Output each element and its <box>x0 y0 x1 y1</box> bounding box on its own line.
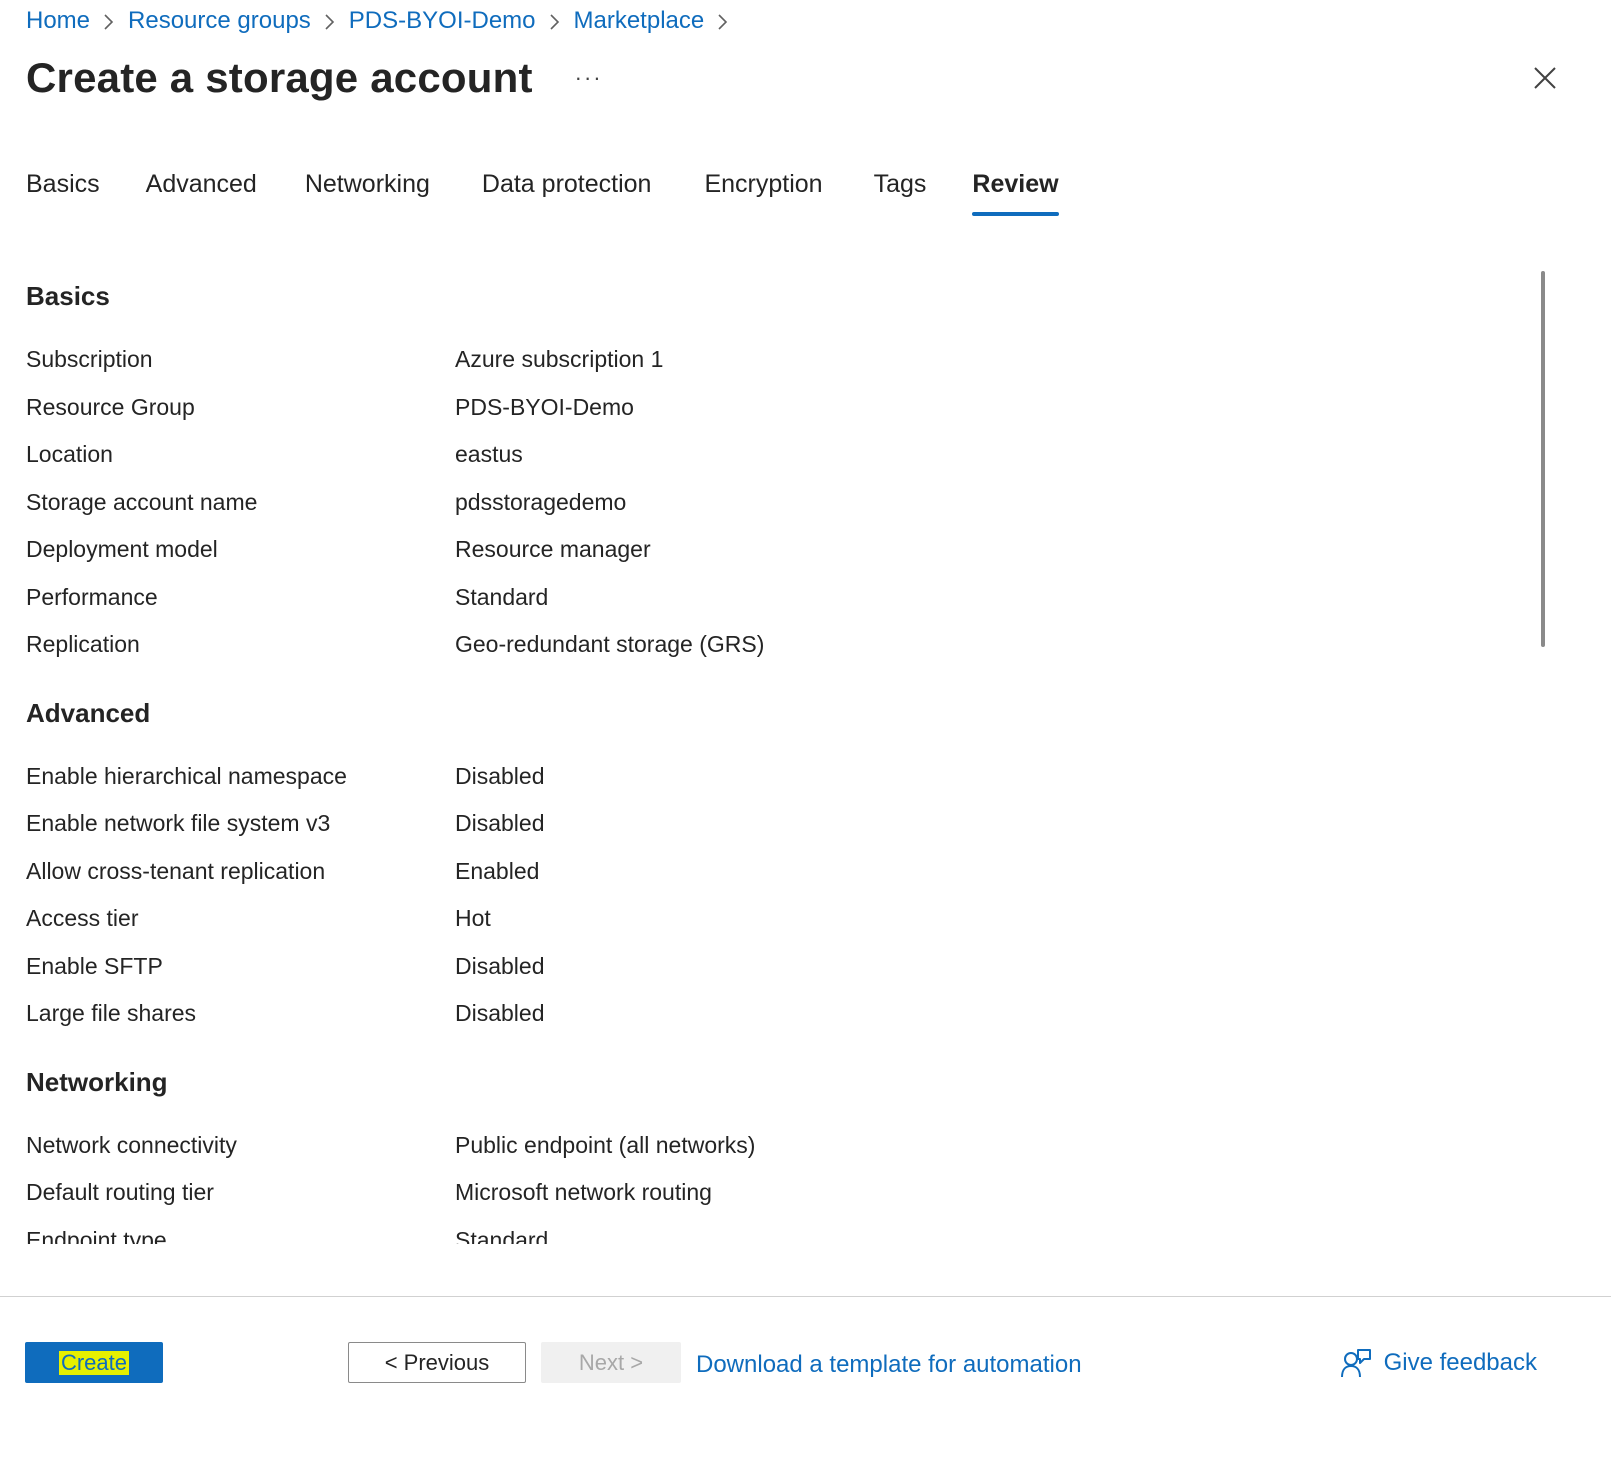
footer-bar: Create < Previous Next > Download a temp… <box>0 1297 1611 1459</box>
row-value: Azure subscription 1 <box>455 346 664 373</box>
row-value: Disabled <box>455 952 545 979</box>
previous-button[interactable]: < Previous <box>348 1342 526 1383</box>
breadcrumb-resource-group[interactable]: PDS-BYOI-Demo <box>349 7 536 35</box>
row-label: Enable SFTP <box>26 952 163 979</box>
give-feedback-label: Give feedback <box>1383 1349 1537 1376</box>
review-row: Location eastus <box>26 431 1526 479</box>
tab-review[interactable]: Review <box>972 166 1059 216</box>
row-value: pdsstoragedemo <box>455 488 627 515</box>
row-value: Disabled <box>455 810 545 837</box>
basics-rows: Subscription Azure subscription 1 Resour… <box>26 336 1526 669</box>
review-content: Basics Subscription Azure subscription 1… <box>26 270 1526 1244</box>
next-button[interactable]: Next > <box>541 1342 681 1383</box>
breadcrumb: Home Resource groups PDS-BYOI-Demo Marke… <box>26 4 742 38</box>
chevron-right-icon <box>536 7 574 35</box>
row-label: Performance <box>26 583 158 610</box>
download-template-link[interactable]: Download a template for automation <box>696 1351 1082 1379</box>
row-value: Disabled <box>455 762 545 789</box>
review-row: Enable hierarchical namespace Disabled <box>26 753 1526 801</box>
wizard-tabs: Basics Advanced Networking Data protecti… <box>26 166 1106 218</box>
page-title: Create a storage account <box>26 54 533 101</box>
row-value: Standard <box>455 1226 549 1244</box>
row-label: Deployment model <box>26 536 218 563</box>
row-label: Resource Group <box>26 393 195 420</box>
review-row: Replication Geo-redundant storage (GRS) <box>26 621 1526 669</box>
tab-basics[interactable]: Basics <box>26 166 100 216</box>
review-row: Allow cross-tenant replication Enabled <box>26 848 1526 896</box>
more-options-button[interactable]: ··· <box>573 62 605 94</box>
breadcrumb-home[interactable]: Home <box>26 7 90 35</box>
chevron-right-icon <box>90 7 128 35</box>
tab-networking[interactable]: Networking <box>305 166 430 216</box>
create-button[interactable]: Create <box>25 1342 163 1383</box>
row-label: Large file shares <box>26 1000 197 1027</box>
review-row: Large file shares Disabled <box>26 990 1526 1038</box>
row-value: Microsoft network routing <box>455 1179 712 1206</box>
row-value: Hot <box>455 905 491 932</box>
breadcrumb-marketplace[interactable]: Marketplace <box>574 7 705 35</box>
row-label: Subscription <box>26 346 153 373</box>
row-label: Endpoint type <box>26 1226 167 1244</box>
row-label: Replication <box>26 631 140 658</box>
tab-tags[interactable]: Tags <box>874 166 927 216</box>
row-value: Resource manager <box>455 536 651 563</box>
give-feedback-button[interactable]: Give feedback <box>1340 1347 1537 1379</box>
row-value: Standard <box>455 583 549 610</box>
review-row: Subscription Azure subscription 1 <box>26 336 1526 384</box>
row-value: Enabled <box>455 857 540 884</box>
review-row: Network connectivity Public endpoint (al… <box>26 1122 1526 1170</box>
chevron-right-icon <box>704 7 742 35</box>
breadcrumb-resource-groups[interactable]: Resource groups <box>128 7 311 35</box>
row-label: Enable hierarchical namespace <box>26 762 347 789</box>
section-title-networking: Networking <box>26 1066 168 1097</box>
more-icon: ··· <box>574 65 603 90</box>
review-row: Enable network file system v3 Disabled <box>26 800 1526 848</box>
networking-rows: Network connectivity Public endpoint (al… <box>26 1122 1526 1244</box>
review-row: Resource Group PDS-BYOI-Demo <box>26 384 1526 432</box>
advanced-rows: Enable hierarchical namespace Disabled E… <box>26 753 1526 1038</box>
row-value: eastus <box>455 441 523 468</box>
scrollbar-thumb[interactable] <box>1541 271 1545 647</box>
section-title-basics: Basics <box>26 281 110 311</box>
review-row: Endpoint type Standard <box>26 1217 1526 1244</box>
row-label: Storage account name <box>26 488 258 515</box>
row-label: Location <box>26 441 113 468</box>
close-icon <box>1534 67 1556 89</box>
title-row: Create a storage account ··· <box>26 50 605 106</box>
review-row: Performance Standard <box>26 574 1526 622</box>
review-row: Access tier Hot <box>26 895 1526 943</box>
row-value: PDS-BYOI-Demo <box>455 393 634 420</box>
review-row: Default routing tier Microsoft network r… <box>26 1169 1526 1217</box>
tab-encryption[interactable]: Encryption <box>704 166 822 216</box>
row-value: Geo-redundant storage (GRS) <box>455 631 765 658</box>
create-storage-account-page: Home Resource groups PDS-BYOI-Demo Marke… <box>0 0 1611 1459</box>
create-button-label: Create <box>58 1349 130 1375</box>
row-label: Allow cross-tenant replication <box>26 857 326 884</box>
review-row: Deployment model Resource manager <box>26 526 1526 574</box>
tab-advanced[interactable]: Advanced <box>146 166 257 216</box>
chevron-right-icon <box>311 7 349 35</box>
review-row: Storage account name pdsstoragedemo <box>26 479 1526 527</box>
row-label: Access tier <box>26 905 139 932</box>
feedback-icon <box>1340 1349 1371 1378</box>
close-button[interactable] <box>1527 60 1563 96</box>
row-value: Public endpoint (all networks) <box>455 1131 756 1158</box>
row-value: Disabled <box>455 1000 545 1027</box>
row-label: Enable network file system v3 <box>26 810 331 837</box>
section-title-advanced: Advanced <box>26 697 151 728</box>
row-label: Network connectivity <box>26 1131 237 1158</box>
row-label: Default routing tier <box>26 1179 214 1206</box>
tab-data-protection[interactable]: Data protection <box>482 166 652 216</box>
review-row: Enable SFTP Disabled <box>26 943 1526 991</box>
